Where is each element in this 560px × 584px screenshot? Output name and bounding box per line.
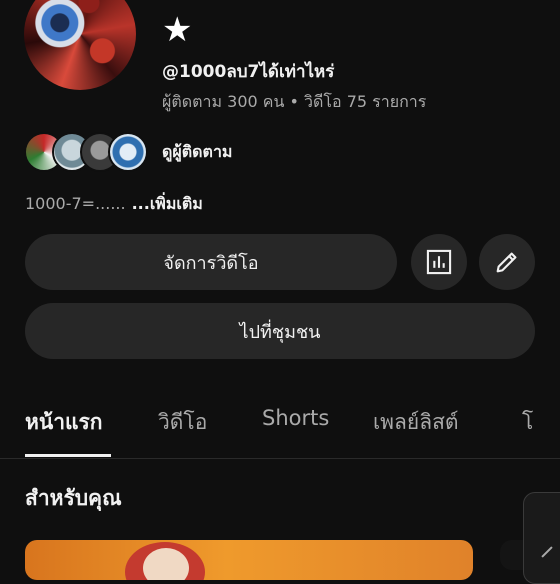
tab-home[interactable]: หน้าแรก: [25, 406, 103, 439]
manage-videos-button[interactable]: จัดการวิดีโอ: [25, 234, 397, 290]
analytics-button[interactable]: [411, 234, 467, 290]
expand-icon: [541, 546, 553, 558]
edit-button[interactable]: [479, 234, 535, 290]
subscribers-row[interactable]: ดูผู้ติดตาม: [24, 132, 232, 172]
channel-name: ★: [162, 10, 193, 50]
manage-videos-label: จัดการวิดีโอ: [163, 252, 259, 274]
tab-playlists[interactable]: เพลย์ลิสต์: [373, 406, 459, 439]
go-to-community-label: ไปที่ชุมชน: [239, 321, 321, 343]
channel-description[interactable]: 1000-7=...... ...เพิ่มเติม: [25, 192, 203, 217]
tab-more[interactable]: โ: [522, 406, 533, 439]
channel-tabs: หน้าแรก วิดีโอ Shorts เพลย์ลิสต์ โ: [0, 392, 560, 459]
section-title: สำหรับคุณ: [25, 486, 122, 510]
tab-shorts[interactable]: Shorts: [262, 406, 329, 430]
channel-stats: ผู้ติดตาม 300 คน • วิดีโอ 75 รายการ: [162, 92, 427, 111]
channel-handle: @1000ลบ7ได้เท่าไหร่: [162, 62, 335, 82]
more-link[interactable]: ...เพิ่มเติม: [132, 194, 203, 213]
video-thumbnail[interactable]: [25, 540, 473, 580]
view-subscribers-link[interactable]: ดูผู้ติดตาม: [162, 140, 232, 165]
tab-videos[interactable]: วิดีโอ: [158, 406, 207, 439]
pencil-icon: [496, 252, 517, 273]
description-text: 1000-7=......: [25, 194, 126, 213]
bar-chart-icon: [426, 249, 452, 275]
mini-player[interactable]: [523, 492, 560, 584]
channel-avatar[interactable]: [24, 0, 136, 90]
go-to-community-button[interactable]: ไปที่ชุมชน: [25, 303, 535, 359]
thumbnail-art: [143, 548, 189, 580]
subscriber-avatar: [108, 132, 148, 172]
active-tab-indicator: [25, 454, 111, 457]
